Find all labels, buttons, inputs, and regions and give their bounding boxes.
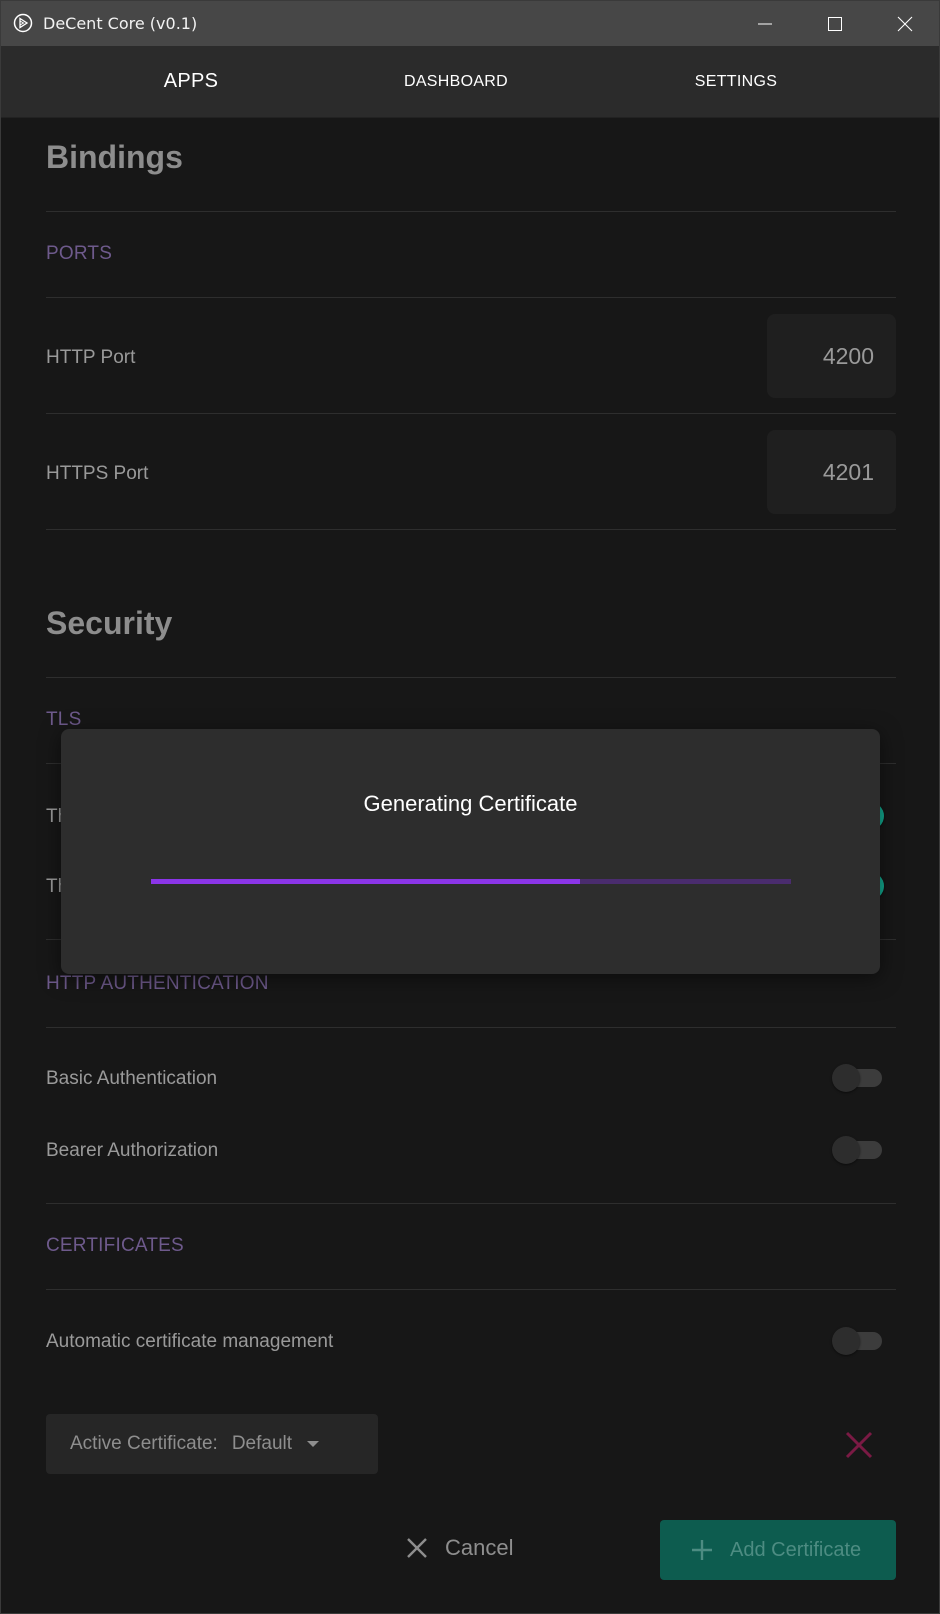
- minimize-button[interactable]: [731, 1, 799, 46]
- certificates-header: CERTIFICATES: [46, 1235, 184, 1256]
- active-cert-label: Active Certificate:: [70, 1433, 218, 1454]
- active-cert-value: Default: [231, 1433, 293, 1454]
- toggle-thumb: [832, 1136, 860, 1164]
- divider: [46, 677, 896, 678]
- caret-down-icon: [307, 1441, 320, 1447]
- maximize-button[interactable]: [801, 1, 869, 46]
- tls-header: TLS: [46, 709, 82, 730]
- close-window-button[interactable]: [871, 1, 939, 46]
- auto-cert-toggle[interactable]: [832, 1326, 884, 1355]
- basic-auth-label: Basic Authentication: [46, 1068, 218, 1089]
- app-window: DeCent Core (v0.1) APPS DASHBOARD SETTIN…: [0, 0, 940, 1614]
- main-nav: APPS DASHBOARD SETTINGS: [1, 46, 939, 118]
- divider: [46, 297, 896, 298]
- active-certificate-select[interactable]: Active Certificate: Default: [46, 1414, 378, 1474]
- divider: [46, 1289, 896, 1290]
- plus-icon: [692, 1540, 712, 1560]
- divider: [46, 1203, 896, 1204]
- close-icon: [407, 1538, 427, 1558]
- https-port-label: HTTPS Port: [46, 463, 149, 484]
- progress-fill: [151, 879, 580, 884]
- bindings-title: Bindings: [46, 139, 183, 175]
- auto-cert-label: Automatic certificate management: [46, 1331, 334, 1352]
- toggle-thumb: [832, 1064, 860, 1092]
- https-port-input[interactable]: 4201: [767, 430, 896, 514]
- toggle-thumb: [832, 1327, 860, 1355]
- security-title: Security: [46, 605, 173, 641]
- add-certificate-label: Add Certificate: [730, 1538, 862, 1561]
- dialog-title: Generating Certificate: [363, 791, 578, 816]
- bearer-auth-toggle[interactable]: [832, 1135, 884, 1164]
- close-icon: [897, 16, 913, 31]
- tab-settings[interactable]: SETTINGS: [661, 46, 811, 117]
- progress-bar: [151, 879, 791, 884]
- tab-dashboard[interactable]: DASHBOARD: [381, 46, 531, 117]
- add-certificate-button[interactable]: Add Certificate: [660, 1520, 896, 1580]
- generating-certificate-dialog: Generating Certificate: [61, 729, 880, 974]
- http-port-label: HTTP Port: [46, 347, 136, 368]
- divider: [46, 211, 896, 212]
- maximize-icon: [828, 16, 842, 31]
- window-title: DeCent Core (v0.1): [43, 14, 198, 33]
- http-auth-header: HTTP AUTHENTICATION: [46, 973, 269, 994]
- ports-header: PORTS: [46, 243, 113, 264]
- bearer-auth-label: Bearer Authorization: [46, 1140, 219, 1161]
- tab-apps[interactable]: APPS: [131, 46, 251, 117]
- divider: [46, 529, 896, 530]
- basic-auth-toggle[interactable]: [832, 1063, 884, 1092]
- divider: [46, 1027, 896, 1028]
- title-bar: DeCent Core (v0.1): [1, 1, 939, 46]
- divider: [46, 413, 896, 414]
- minimize-icon: [758, 23, 772, 24]
- cancel-label: Cancel: [445, 1535, 514, 1560]
- cancel-button[interactable]: Cancel: [401, 1520, 541, 1576]
- remove-certificate-button[interactable]: [839, 1425, 879, 1465]
- remove-x-icon: [845, 1431, 873, 1459]
- http-port-input[interactable]: 4200: [767, 314, 896, 398]
- decent-logo-icon: [13, 13, 33, 33]
